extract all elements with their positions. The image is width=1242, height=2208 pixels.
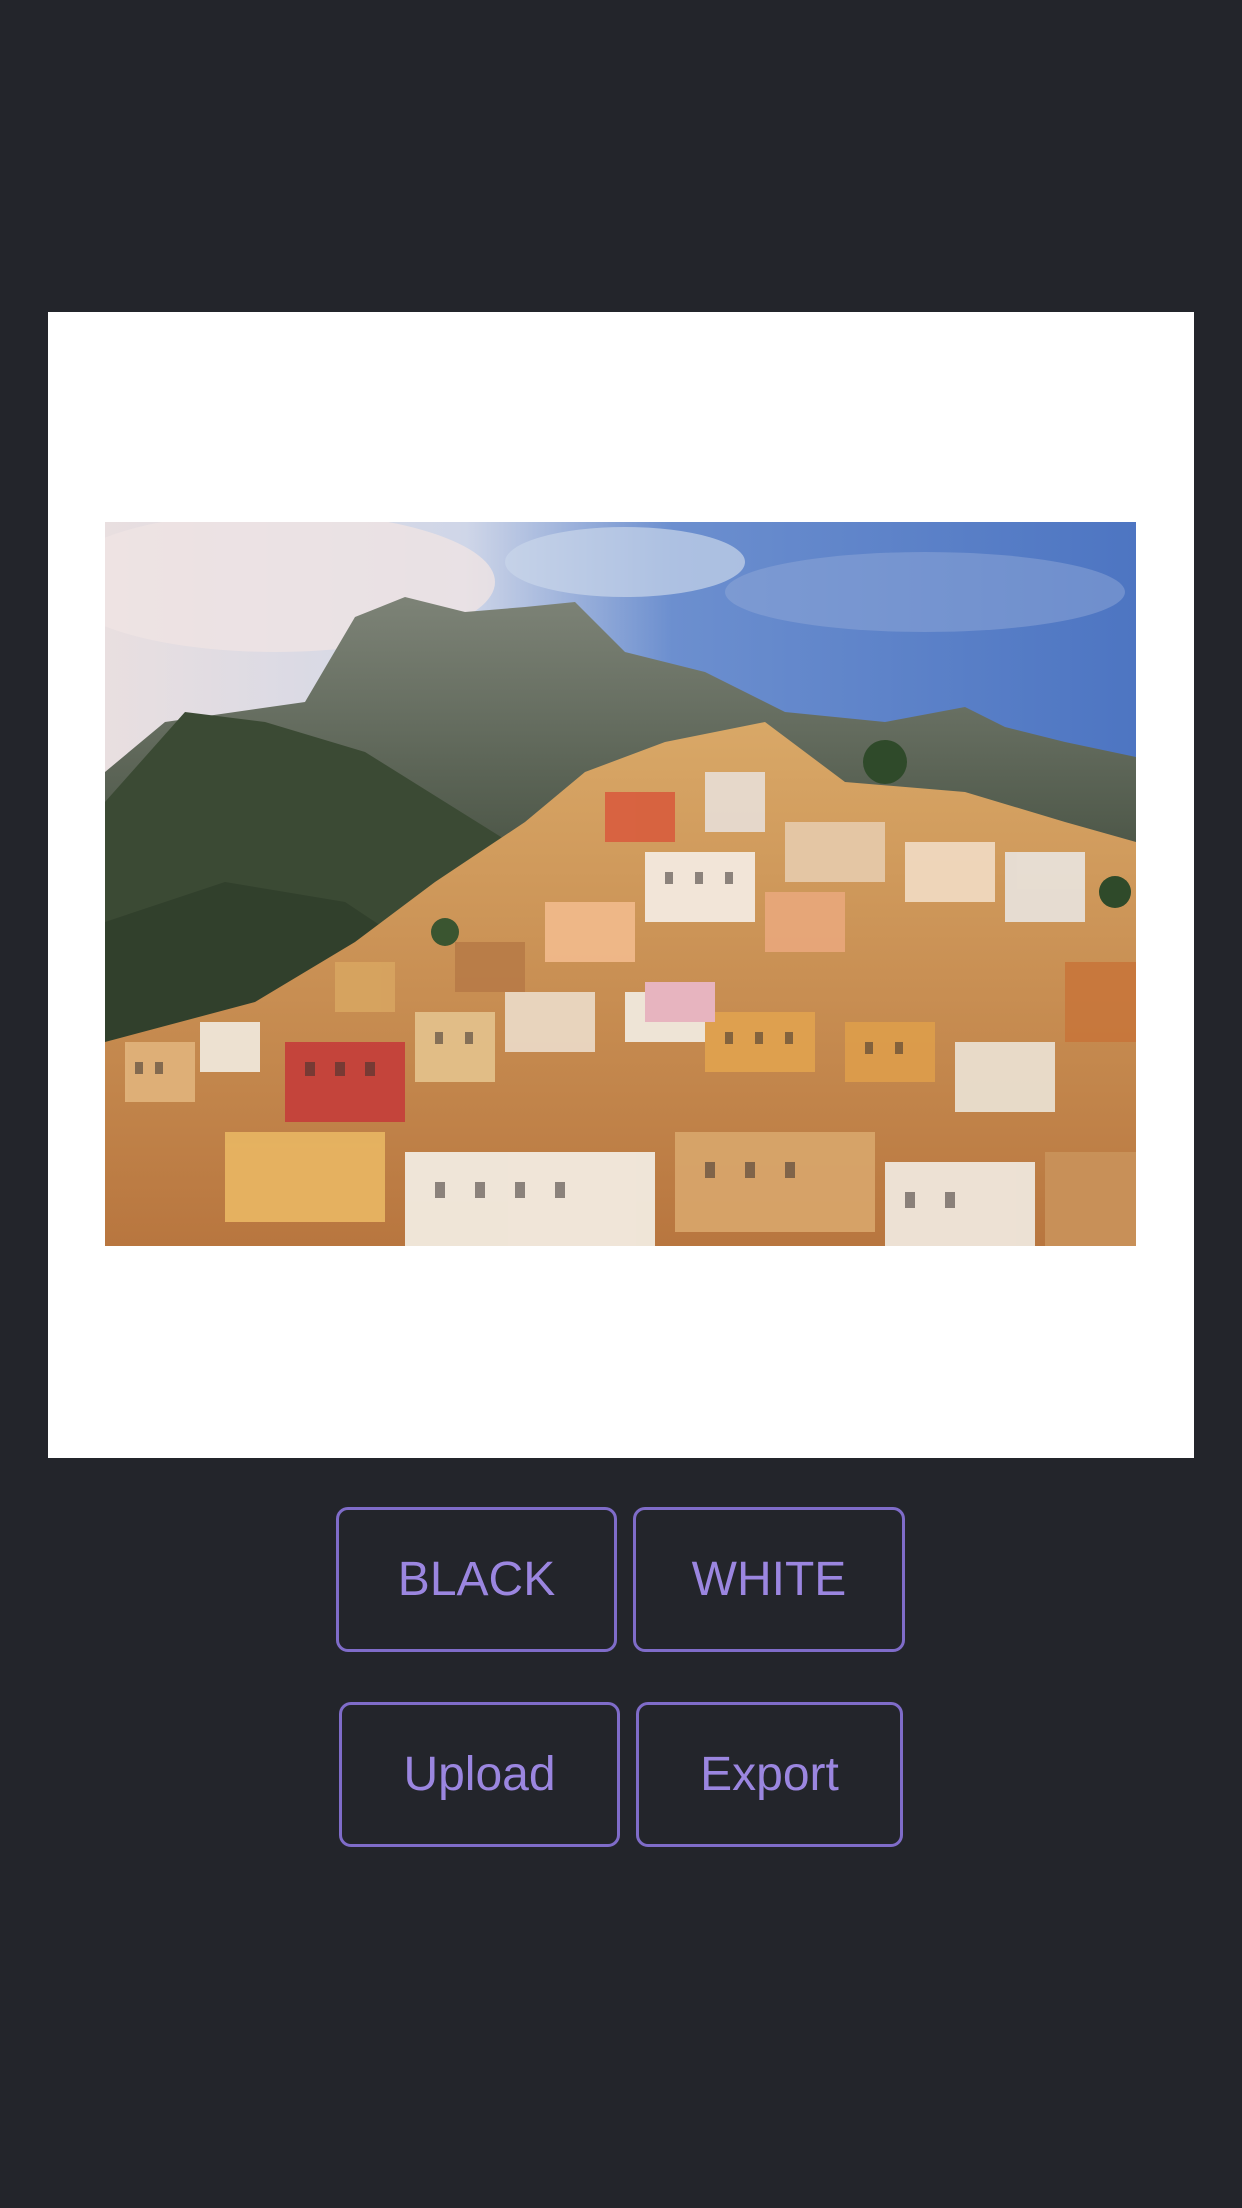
white-background-button[interactable]: WHITE <box>633 1507 905 1652</box>
upload-button[interactable]: Upload <box>339 1702 620 1847</box>
image-canvas <box>48 312 1194 1458</box>
export-button[interactable]: Export <box>636 1702 903 1847</box>
black-background-button[interactable]: BLACK <box>336 1507 617 1652</box>
photo-hillside-village <box>105 522 1136 1246</box>
